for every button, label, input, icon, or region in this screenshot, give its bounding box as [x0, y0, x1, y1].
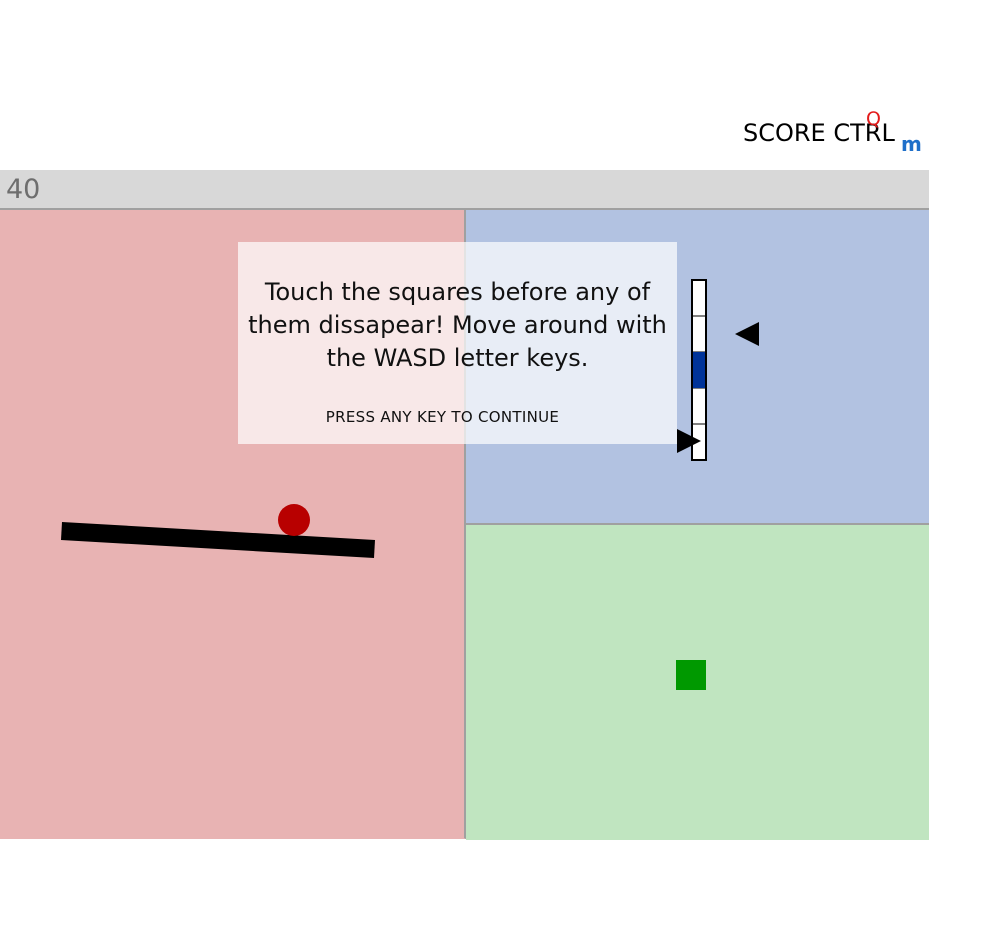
- continue-prompt: PRESS ANY KEY TO CONTINUE: [325, 408, 560, 426]
- balance-beam: [61, 522, 375, 558]
- target-square: [676, 660, 706, 690]
- balance-ball: [278, 504, 310, 536]
- gauge: [691, 279, 707, 461]
- game-canvas: [61, 279, 759, 690]
- instructions-message: Touch the squares before any of them dis…: [248, 278, 667, 372]
- gauge-active-segment: [693, 352, 705, 388]
- instructions-overlay[interactable]: Touch the squares before any of them dis…: [238, 242, 677, 444]
- triangle-left-icon: [735, 322, 759, 346]
